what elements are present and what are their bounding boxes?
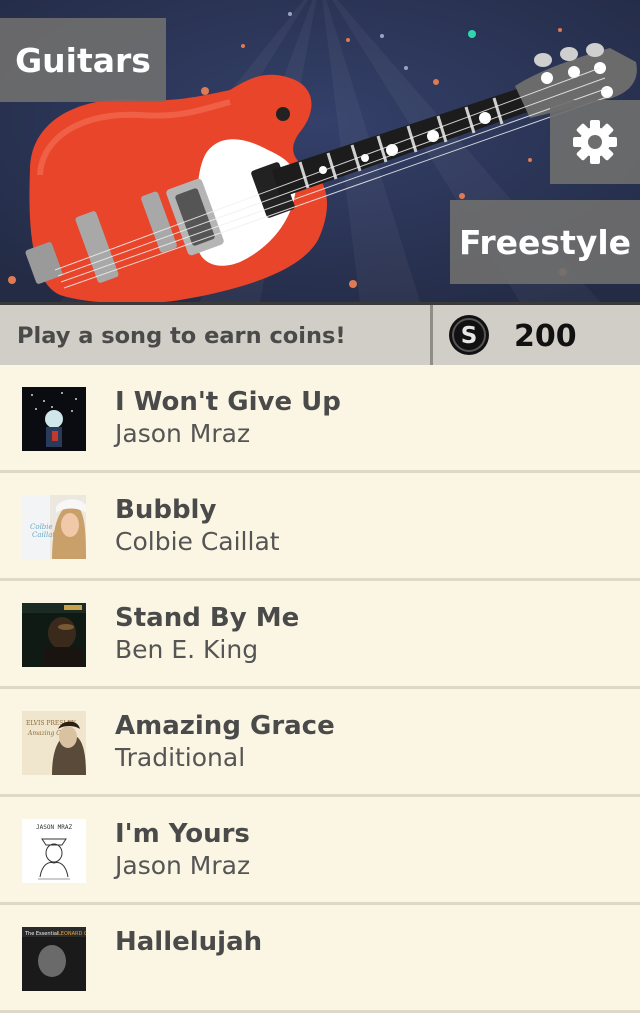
guitars-button[interactable]: Guitars: [0, 18, 166, 102]
song-artist: Jason Mraz: [115, 851, 251, 880]
svg-text:Caillat: Caillat: [32, 531, 55, 539]
song-artist: Jason Mraz: [115, 419, 251, 448]
song-title: I Won't Give Up: [115, 387, 341, 417]
song-item[interactable]: JASON MRAZ I'm Yours Jason Mraz: [0, 797, 640, 905]
song-artist: Colbie Caillat: [115, 527, 280, 556]
album-cover: JASON MRAZ: [22, 819, 86, 883]
song-title: I'm Yours: [115, 819, 250, 849]
svg-text:JASON MRAZ: JASON MRAZ: [36, 824, 73, 831]
freestyle-button[interactable]: Freestyle: [450, 200, 640, 284]
hero-banner: Guitars Freestyle: [0, 0, 640, 302]
song-item[interactable]: Colbie Caillat Bubbly Colbie Caillat: [0, 473, 640, 581]
song-item[interactable]: I Won't Give Up Jason Mraz: [0, 365, 640, 473]
song-list: I Won't Give Up Jason Mraz Colbie Cailla…: [0, 365, 640, 1013]
svg-text:The Essential: The Essential: [24, 931, 58, 937]
song-item[interactable]: ELVIS PRESLEY Amazing Grace Amazing Grac…: [0, 689, 640, 797]
status-divider: [430, 305, 433, 365]
coin-status-bar: Play a song to earn coins! S 200: [0, 302, 640, 365]
song-title: Hallelujah: [115, 927, 263, 957]
song-item[interactable]: Stand By Me Ben E. King: [0, 581, 640, 689]
song-title: Amazing Grace: [115, 711, 335, 741]
song-artist: Traditional: [115, 743, 246, 772]
song-artist: Ben E. King: [115, 635, 259, 664]
song-item[interactable]: The Essential LEONARD COHEN Hallelujah: [0, 905, 640, 1013]
earn-coins-message: Play a song to earn coins!: [17, 323, 346, 349]
album-cover: ELVIS PRESLEY Amazing Grace: [22, 711, 86, 775]
coin-count: 200: [514, 319, 577, 354]
album-cover: [22, 387, 86, 451]
settings-button[interactable]: [550, 100, 640, 184]
coin-s-icon: S: [449, 315, 489, 355]
song-title: Stand By Me: [115, 603, 300, 633]
album-cover: [22, 603, 86, 667]
coin-symbol: S: [461, 323, 478, 349]
svg-text:Colbie: Colbie: [30, 523, 53, 531]
song-title: Bubbly: [115, 495, 217, 525]
svg-text:LEONARD COHEN: LEONARD COHEN: [58, 931, 86, 937]
gear-icon: [573, 120, 617, 164]
album-cover: The Essential LEONARD COHEN: [22, 927, 86, 991]
album-cover: Colbie Caillat: [22, 495, 86, 559]
